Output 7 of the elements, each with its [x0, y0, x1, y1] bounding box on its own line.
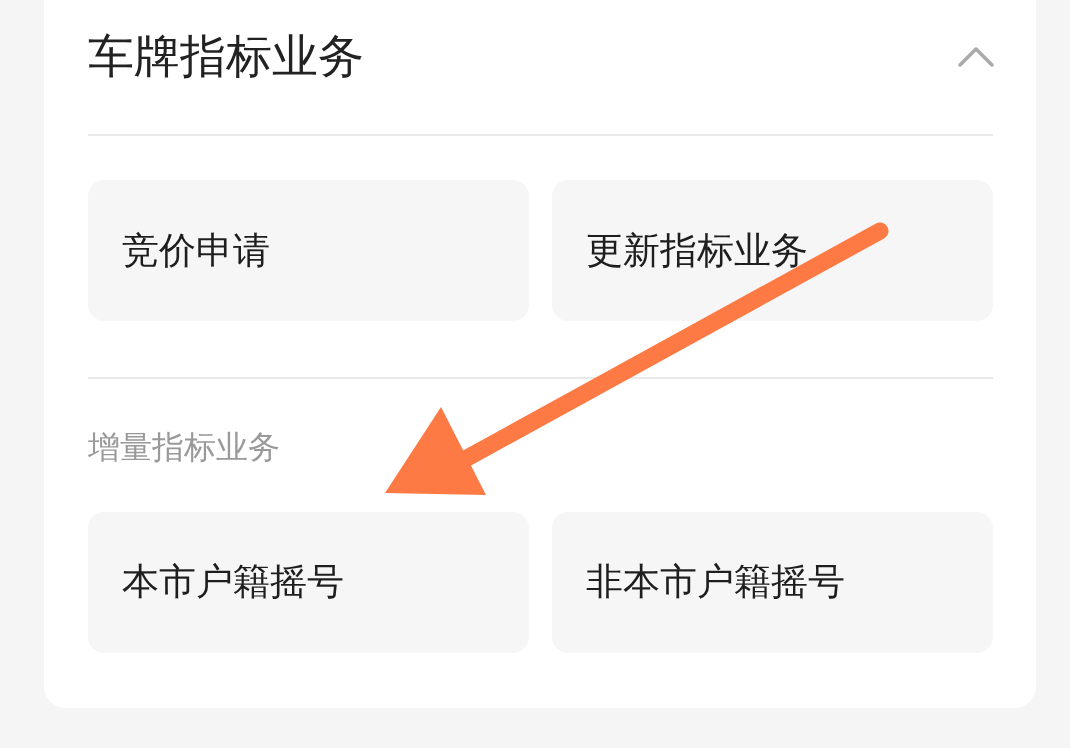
chevron-up-icon[interactable]: [957, 46, 995, 68]
group-heading: 增量指标业务: [88, 429, 281, 466]
service-tile[interactable]: 更新指标业务: [552, 180, 993, 321]
service-tile[interactable]: 非本市户籍摇号: [552, 511, 993, 653]
service-tile[interactable]: 本市户籍摇号: [88, 511, 529, 653]
service-tile[interactable]: 竞价申请: [88, 180, 529, 321]
panel-title: 车牌指标业务: [88, 29, 364, 85]
